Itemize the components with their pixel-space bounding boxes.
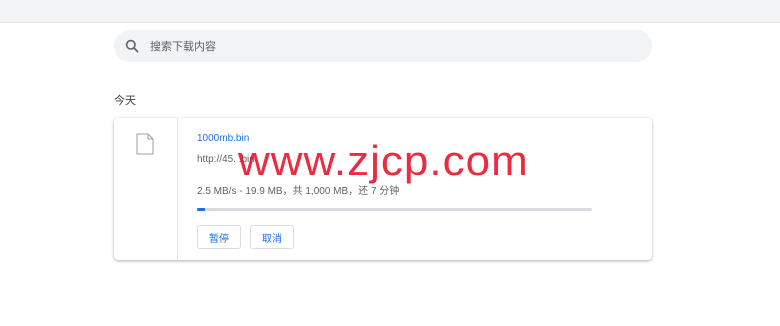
download-details: 1000mb.bin http://45. .bin 2.5 MB/s - 19… [197,118,637,260]
file-icon-column [114,118,178,260]
file-name-link[interactable]: 1000mb.bin [197,133,249,144]
search-input[interactable] [150,31,630,61]
progress-fill [197,208,205,211]
browser-top-bar [0,0,780,23]
search-bar[interactable] [114,30,652,62]
date-header: 今天 [114,94,136,107]
cancel-button[interactable]: 取消 [250,225,294,249]
download-status: 2.5 MB/s - 19.9 MB，共 1,000 MB，还 7 分钟 [197,186,400,197]
download-item-card: 1000mb.bin http://45. .bin 2.5 MB/s - 19… [114,118,652,260]
file-icon [136,133,154,159]
search-icon [116,30,148,62]
source-url: http://45. .bin [197,154,255,165]
pause-button[interactable]: 暂停 [197,225,241,249]
progress-bar [197,208,592,211]
